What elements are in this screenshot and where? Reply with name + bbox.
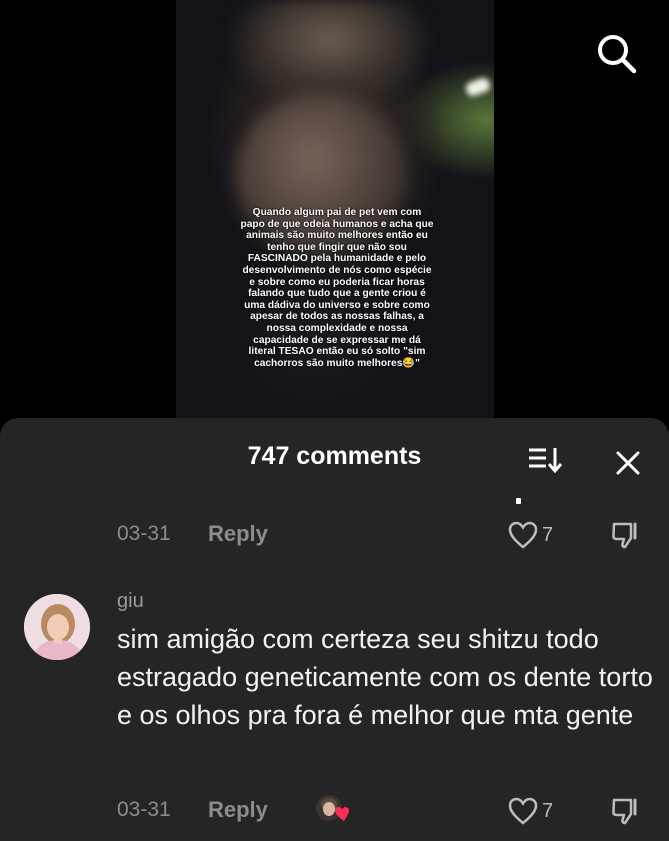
comments-count-title: 747 comments (247, 442, 422, 470)
comment-meta-row: 03-31 Reply 7 (117, 518, 657, 552)
video-area[interactable]: Quando algum pai de pet vem com papo de … (0, 0, 669, 420)
comment-date: 03-31 (117, 798, 171, 821)
video-person-hair (224, 0, 434, 105)
dislike-button[interactable] (609, 518, 643, 552)
comment-date: 03-31 (117, 522, 171, 545)
scroll-indicator-dot (516, 498, 521, 504)
thumbs-down-icon (612, 798, 637, 825)
heart-icon (508, 797, 538, 825)
like-count: 7 (542, 523, 554, 546)
comment-text: sim amigão com certeza seu shitzu todo e… (117, 624, 653, 730)
comment-meta-row: 03-31 Reply 7 (117, 794, 657, 828)
comments-panel: 747 comments 03-31 Reply 7 giu sim amigã… (0, 418, 669, 841)
search-button[interactable] (593, 30, 641, 78)
creator-avatar-heart-icon (316, 795, 349, 821)
avatar-image (24, 594, 90, 660)
reply-button[interactable]: Reply (208, 521, 268, 547)
thumbs-down-icon (612, 522, 637, 549)
heart-icon (508, 521, 538, 549)
video-background-light (464, 76, 492, 98)
reply-button[interactable]: Reply (208, 797, 268, 823)
video-caption-overlay: Quando algum pai de pet vem com papo de … (240, 207, 434, 369)
like-count: 7 (542, 799, 554, 822)
search-icon (598, 35, 637, 74)
like-button[interactable]: 7 (507, 794, 553, 828)
sort-icon (529, 448, 563, 474)
like-button[interactable]: 7 (507, 518, 553, 552)
creator-liked-badge[interactable] (315, 794, 351, 824)
video-frame[interactable]: Quando algum pai de pet vem com papo de … (176, 0, 494, 420)
dislike-button[interactable] (609, 794, 643, 828)
close-comments-button[interactable] (610, 445, 646, 481)
sort-comments-button[interactable] (524, 442, 564, 478)
avatar[interactable] (24, 594, 90, 660)
close-icon (616, 451, 640, 475)
comment-username[interactable]: giu (117, 590, 144, 613)
